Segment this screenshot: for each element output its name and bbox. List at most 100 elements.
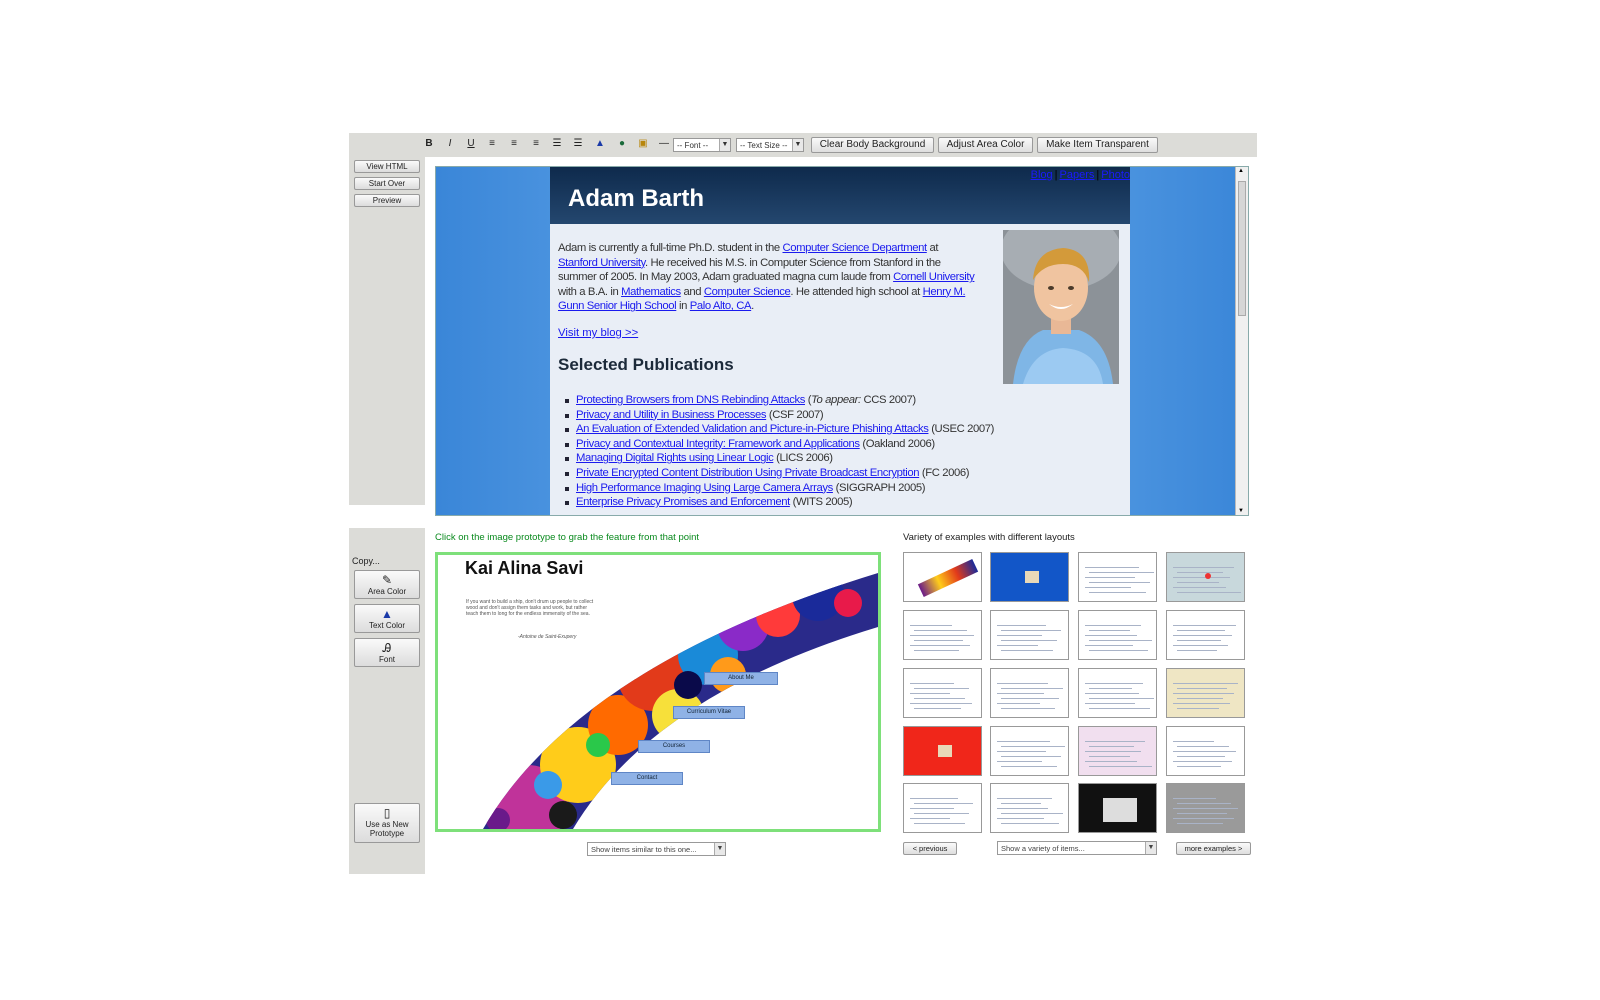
- align-left-icon[interactable]: ≡: [485, 137, 499, 151]
- publication-link[interactable]: An Evaluation of Extended Validation and…: [576, 423, 929, 435]
- page-header[interactable]: Adam Barth Blog | Papers | Photo: [550, 167, 1130, 224]
- underline-icon[interactable]: U: [464, 137, 478, 151]
- prototype-menu-about[interactable]: About Me: [704, 672, 778, 685]
- example-thumbnail[interactable]: [990, 783, 1069, 833]
- scroll-down-icon[interactable]: ▼: [1238, 508, 1244, 514]
- document-icon: ▯: [383, 806, 391, 820]
- clear-body-background-button[interactable]: Clear Body Background: [811, 137, 934, 153]
- nav-link-2[interactable]: Photo: [1101, 169, 1130, 181]
- bio-text: at: [926, 242, 939, 254]
- prototype-image[interactable]: Kai Alina Savi If you want to build a sh…: [435, 552, 881, 832]
- publication-link[interactable]: Privacy and Utility in Business Processe…: [576, 409, 767, 421]
- thumb-line: [914, 650, 959, 651]
- example-thumbnail[interactable]: [1078, 552, 1157, 602]
- copy-font-button[interactable]: Ꭿ Font: [354, 638, 420, 667]
- prototype-editor-app: B I U ≡ ≡ ≡ ☰ ☰ ▲ ● ▣ — -- Font -- ▼ -- T…: [349, 133, 1257, 874]
- adjust-area-color-button[interactable]: Adjust Area Color: [938, 137, 1033, 153]
- text-color-icon[interactable]: ▲: [593, 137, 607, 151]
- thumb-line: [1177, 630, 1225, 631]
- thumb-line: [1001, 650, 1053, 651]
- more-examples-button[interactable]: more examples >: [1176, 842, 1251, 855]
- nav-link-0[interactable]: Blog: [1031, 169, 1053, 181]
- publication-link[interactable]: Protecting Browsers from DNS Rebinding A…: [576, 394, 805, 406]
- thumb-line: [1173, 567, 1234, 568]
- copy-text-color-button[interactable]: ▲ Text Color: [354, 604, 420, 633]
- font-select[interactable]: -- Font -- ▼: [673, 138, 731, 152]
- start-over-button[interactable]: Start Over: [354, 177, 420, 190]
- previous-examples-button[interactable]: < previous: [903, 842, 957, 855]
- variety-select[interactable]: Show a variety of items... ▼: [997, 841, 1157, 855]
- publication-link[interactable]: Private Encrypted Content Distribution U…: [576, 467, 920, 479]
- prototype-menu-contact[interactable]: Contact: [611, 772, 683, 785]
- thumb-line: [1173, 741, 1214, 742]
- bullet-list-icon[interactable]: ☰: [571, 137, 585, 151]
- example-thumbnail[interactable]: [990, 668, 1069, 718]
- bio-link[interactable]: Mathematics: [621, 286, 681, 298]
- bio-link[interactable]: Computer Science: [704, 286, 791, 298]
- example-thumbnail[interactable]: [1166, 668, 1245, 718]
- link-globe-icon[interactable]: ●: [615, 137, 629, 151]
- similar-items-select[interactable]: Show items similar to this one... ▼: [587, 842, 726, 856]
- example-thumbnail[interactable]: [1166, 552, 1245, 602]
- example-thumbnail[interactable]: [1078, 668, 1157, 718]
- italic-icon[interactable]: I: [443, 137, 457, 151]
- nav-link-1[interactable]: Papers: [1060, 169, 1095, 181]
- example-thumbnail[interactable]: [1166, 610, 1245, 660]
- thumb-line: [1001, 803, 1041, 804]
- bio-paragraph: Adam is currently a full-time Ph.D. stud…: [558, 241, 976, 314]
- example-thumbnail[interactable]: [903, 668, 982, 718]
- make-item-transparent-button[interactable]: Make Item Transparent: [1037, 137, 1158, 153]
- bio-link[interactable]: Stanford University: [558, 257, 645, 269]
- publication-item: High Performance Imaging Using Large Cam…: [562, 481, 994, 496]
- mosaic-arc-image: [483, 573, 878, 829]
- scrollbar-thumb[interactable]: [1238, 181, 1246, 316]
- bio-link[interactable]: Computer Science Department: [782, 242, 927, 254]
- preview-scrollbar[interactable]: ▲ ▼: [1235, 167, 1248, 515]
- thumb-line: [914, 813, 969, 814]
- bold-icon[interactable]: B: [422, 137, 436, 151]
- thumb-line: [997, 741, 1050, 742]
- thumb-line: [1001, 813, 1063, 814]
- prototype-menu-cv[interactable]: Curriculum Vitae: [673, 706, 745, 719]
- example-thumbnail[interactable]: [903, 783, 982, 833]
- scroll-up-icon[interactable]: ▲: [1238, 168, 1244, 174]
- page-preview-canvas[interactable]: Adam Barth Blog | Papers | Photo Adam is cur…: [435, 166, 1249, 516]
- example-thumbnail[interactable]: [1166, 726, 1245, 776]
- example-thumbnail[interactable]: [1078, 610, 1157, 660]
- example-thumbnail[interactable]: [990, 610, 1069, 660]
- example-thumbnail[interactable]: [1166, 783, 1245, 833]
- copy-area-color-button[interactable]: ✎ Area Color: [354, 570, 420, 599]
- publications-list: Protecting Browsers from DNS Rebinding A…: [562, 393, 994, 510]
- insert-image-icon[interactable]: ▣: [636, 137, 650, 151]
- publication-link[interactable]: Enterprise Privacy Promises and Enforcem…: [576, 496, 790, 508]
- view-html-button[interactable]: View HTML: [354, 160, 420, 173]
- thumb-line: [1177, 572, 1223, 573]
- text-size-select[interactable]: -- Text Size -- ▼: [736, 138, 804, 152]
- thumb-line: [1173, 693, 1234, 694]
- publication-link[interactable]: Managing Digital Rights using Linear Log…: [576, 452, 774, 464]
- example-thumbnail[interactable]: [990, 726, 1069, 776]
- preview-button[interactable]: Preview: [354, 194, 420, 207]
- bio-link[interactable]: Cornell University: [893, 271, 975, 283]
- bio-link[interactable]: Palo Alto, CA: [690, 300, 752, 312]
- example-thumbnail[interactable]: [903, 552, 982, 602]
- prototype-menu-courses[interactable]: Courses: [638, 740, 710, 753]
- thumb-line: [1001, 630, 1061, 631]
- horizontal-rule-icon[interactable]: —: [657, 137, 671, 151]
- publication-link[interactable]: High Performance Imaging Using Large Cam…: [576, 482, 833, 494]
- numbered-list-icon[interactable]: ☰: [550, 137, 564, 151]
- visit-blog-link[interactable]: Visit my blog >>: [558, 327, 638, 339]
- example-thumbnail[interactable]: [903, 726, 982, 776]
- thumb-line: [1089, 756, 1130, 757]
- use-as-new-prototype-button[interactable]: ▯ Use as New Prototype: [354, 803, 420, 843]
- example-thumbnail[interactable]: [903, 610, 982, 660]
- profile-photo[interactable]: [1003, 230, 1119, 384]
- font-icon: Ꭿ: [382, 641, 392, 655]
- align-center-icon[interactable]: ≡: [507, 137, 521, 151]
- example-thumbnail[interactable]: [990, 552, 1069, 602]
- publication-link[interactable]: Privacy and Contextual Integrity: Framew…: [576, 438, 860, 450]
- align-right-icon[interactable]: ≡: [529, 137, 543, 151]
- thumb-line: [1089, 582, 1150, 583]
- example-thumbnail[interactable]: [1078, 726, 1157, 776]
- example-thumbnail[interactable]: [1078, 783, 1157, 833]
